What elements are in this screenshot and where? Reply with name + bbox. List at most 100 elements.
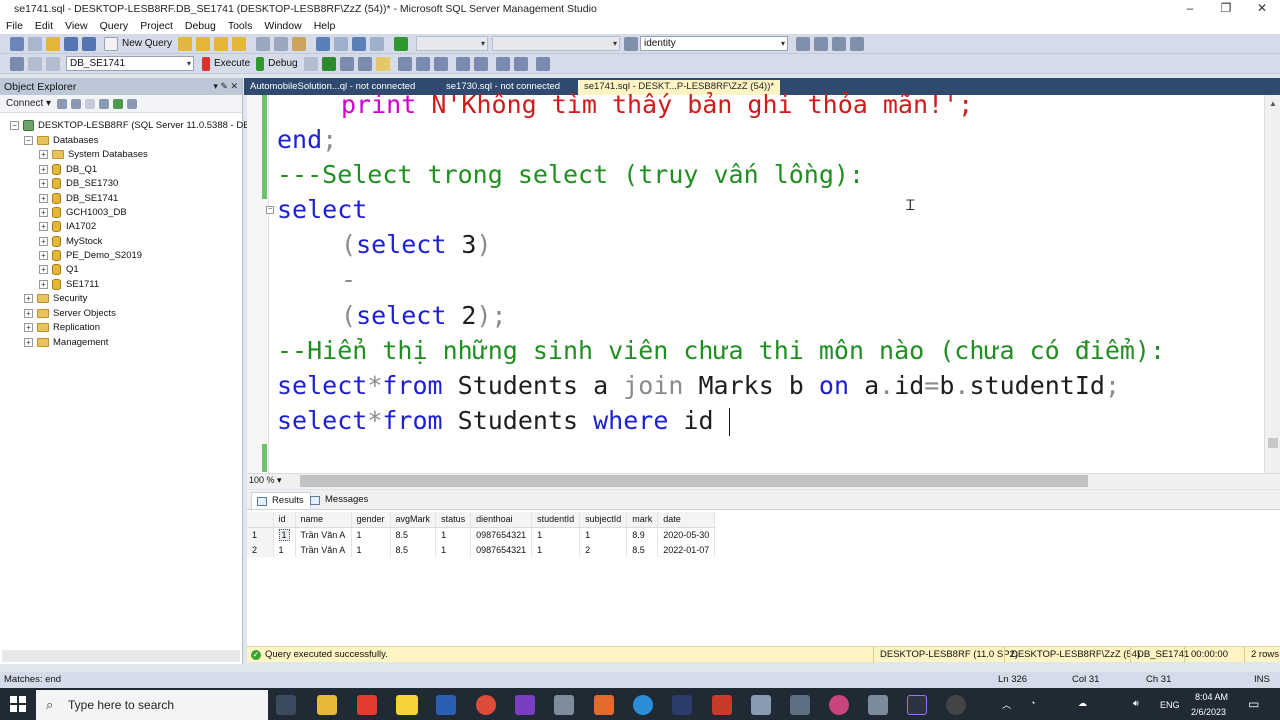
results-to-grid-icon[interactable] xyxy=(415,56,430,71)
results-to-file-icon[interactable] xyxy=(433,56,448,71)
column-header[interactable]: gender xyxy=(351,512,391,528)
table-cell[interactable]: 1 xyxy=(273,542,296,557)
table-cell[interactable]: 1 xyxy=(273,527,296,542)
jetbrains-icon[interactable] xyxy=(907,695,927,715)
ssms-icon[interactable] xyxy=(554,695,574,715)
collapse-region-icon[interactable]: − xyxy=(266,206,274,214)
paste-icon[interactable] xyxy=(292,36,307,51)
oe-refresh-icon[interactable] xyxy=(113,98,124,109)
menu-edit[interactable]: Edit xyxy=(29,20,59,32)
tray-cloud-icon[interactable]: ☁ xyxy=(1078,698,1087,709)
column-header[interactable] xyxy=(247,512,274,528)
tree-db-item[interactable]: + Q1 xyxy=(39,262,79,276)
oe-connect-icon[interactable] xyxy=(57,98,68,109)
object-explorer-scrollbar[interactable] xyxy=(2,650,240,662)
row-number[interactable]: 2 xyxy=(247,542,274,557)
new-query-icon[interactable] xyxy=(104,36,118,51)
table-cell[interactable]: 1 xyxy=(435,527,472,542)
snipping-tool-icon[interactable] xyxy=(751,695,771,715)
scroll-up-icon[interactable]: ▲ xyxy=(1269,99,1277,108)
add-item-icon[interactable] xyxy=(28,36,42,51)
table-cell[interactable]: 1 xyxy=(579,527,628,542)
column-header[interactable]: date xyxy=(657,512,716,528)
paint-icon[interactable] xyxy=(790,695,810,715)
expand-icon[interactable]: + xyxy=(24,322,33,332)
table-row[interactable]: 1 1 Trần Văn A 1 8.5 1 0987654321 1 1 8.… xyxy=(247,527,716,542)
sticky-notes-icon[interactable] xyxy=(396,695,418,715)
file-explorer-icon[interactable] xyxy=(317,695,337,715)
row-number[interactable]: 1 xyxy=(247,527,274,542)
mdx-query-icon[interactable] xyxy=(214,36,229,51)
table-cell[interactable]: 1 xyxy=(351,542,391,557)
table-cell[interactable]: 0987654321 xyxy=(470,527,533,542)
toolbox-icon[interactable] xyxy=(814,36,829,51)
column-header[interactable]: dienthoai xyxy=(470,512,533,528)
tree-folder-item[interactable]: + Replication xyxy=(24,320,100,334)
properties-icon[interactable] xyxy=(796,36,811,51)
execute-button[interactable]: Execute xyxy=(214,58,250,69)
solution-config-combo[interactable]: ▾ xyxy=(416,36,489,51)
column-header[interactable]: id xyxy=(273,512,296,528)
scroll-thumb[interactable] xyxy=(1268,438,1278,448)
task-view-icon[interactable] xyxy=(276,695,296,715)
menu-help[interactable]: Help xyxy=(308,20,342,32)
find-combo[interactable]: identity ▾ xyxy=(640,36,789,51)
tray-time[interactable]: 8:04 AM xyxy=(1195,692,1228,702)
sublime-icon[interactable] xyxy=(594,695,614,715)
cut-icon[interactable] xyxy=(256,36,271,51)
display-plan-icon[interactable] xyxy=(339,56,354,71)
save-icon[interactable] xyxy=(64,36,78,51)
connect-dropdown[interactable]: Connect ▾ xyxy=(6,98,51,109)
tray-date[interactable]: 2/6/2023 xyxy=(1191,707,1226,717)
horizontal-scroll-thumb[interactable] xyxy=(300,475,1088,487)
close-icon[interactable]: ✕ xyxy=(1244,0,1280,18)
table-cell[interactable]: 8.5 xyxy=(390,542,437,557)
menu-view[interactable]: View xyxy=(59,20,94,32)
increase-indent-icon[interactable] xyxy=(513,56,528,71)
column-header[interactable]: subjectId xyxy=(579,512,628,528)
tree-db-item[interactable]: + DB_SE1730 xyxy=(39,176,118,190)
decrease-indent-icon[interactable] xyxy=(495,56,510,71)
analysis-query-icon[interactable] xyxy=(196,36,211,51)
oe-stop-icon[interactable] xyxy=(85,98,96,109)
expand-icon[interactable]: + xyxy=(39,193,48,203)
taskbar-search-box[interactable]: ⌕ Type here to search xyxy=(36,690,268,720)
column-header[interactable]: avgMark xyxy=(390,512,437,528)
tree-db-item[interactable]: + MyStock xyxy=(39,234,102,248)
media-player-icon[interactable] xyxy=(829,695,849,715)
disconnect-icon[interactable] xyxy=(28,56,42,71)
start-windows-icon[interactable] xyxy=(10,696,26,712)
object-explorer-icon[interactable] xyxy=(832,36,847,51)
tree-server[interactable]: − DESKTOP-LESB8RF (SQL Server 11.0.5388 … xyxy=(10,118,256,132)
expand-icon[interactable]: + xyxy=(39,221,48,231)
expand-icon[interactable]: + xyxy=(39,149,48,159)
table-cell[interactable]: 2020-05-30 xyxy=(657,527,716,542)
maximize-icon[interactable]: ❐ xyxy=(1208,0,1244,18)
comment-icon[interactable] xyxy=(455,56,470,71)
table-cell[interactable]: 1 xyxy=(531,542,581,557)
xmla-query-icon[interactable] xyxy=(232,36,247,51)
messenger-icon[interactable] xyxy=(868,695,888,715)
uncomment-icon[interactable] xyxy=(473,56,488,71)
tree-db-item[interactable]: + DB_Q1 xyxy=(39,162,97,176)
table-cell[interactable]: 8.5 xyxy=(390,527,437,542)
tree-db-item[interactable]: + System Databases xyxy=(39,147,148,161)
tree-db-item[interactable]: + SE1711 xyxy=(39,277,99,291)
menu-query[interactable]: Query xyxy=(94,20,135,32)
column-header[interactable]: name xyxy=(295,512,352,528)
minimize-icon[interactable]: – xyxy=(1172,0,1208,18)
execute-icon[interactable] xyxy=(202,56,210,71)
column-header[interactable]: status xyxy=(435,512,472,528)
parse-icon[interactable] xyxy=(321,56,336,71)
debug-icon[interactable] xyxy=(256,56,265,71)
oe-activity-icon[interactable] xyxy=(127,98,138,109)
collapse-icon[interactable]: − xyxy=(24,135,33,145)
tray-language[interactable]: ENG xyxy=(1160,700,1180,710)
collapse-icon[interactable]: − xyxy=(10,120,19,130)
new-project-icon[interactable] xyxy=(10,36,24,51)
new-query-button[interactable]: New Query xyxy=(122,38,172,49)
tree-folder-item[interactable]: + Security xyxy=(24,291,87,305)
expand-icon[interactable]: + xyxy=(39,264,48,274)
tree-db-item[interactable]: + DB_SE1741 xyxy=(39,191,118,205)
table-cell[interactable]: 8.9 xyxy=(626,527,659,542)
